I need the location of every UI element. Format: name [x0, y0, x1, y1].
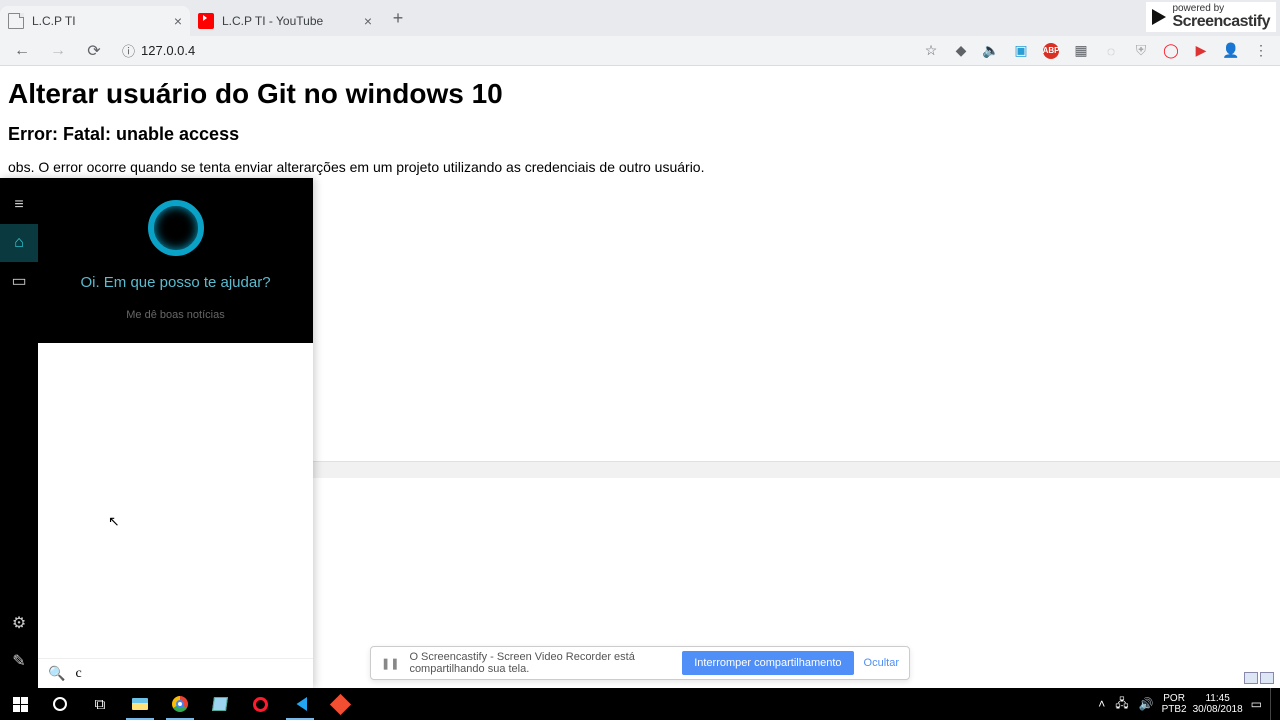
vscode-button[interactable]: [280, 688, 320, 720]
profile-icon[interactable]: 👤: [1220, 40, 1242, 62]
screenshare-infobar: ❚❚ O Screencastify - Screen Video Record…: [370, 646, 910, 680]
start-rail: ≡ ⌂ ▭ ⚙ ✎: [0, 178, 38, 688]
cortana-ring-icon: [148, 200, 204, 256]
tray-chevron-icon[interactable]: ˄: [1096, 697, 1107, 711]
tab-title: L.C.P TI: [32, 14, 166, 28]
screencastify-watermark: powered by Screencastify: [1146, 2, 1276, 32]
notepad-button[interactable]: [200, 688, 240, 720]
search-input[interactable]: [75, 666, 303, 682]
pause-icon[interactable]: ❚❚: [381, 657, 399, 670]
bookmark-star-icon[interactable]: ☆: [920, 40, 942, 62]
page-title: Alterar usuário do Git no windows 10: [8, 78, 1272, 110]
play-icon: [1152, 9, 1166, 25]
screencastify-ext-icon[interactable]: ▶: [1190, 40, 1212, 62]
stop-sharing-button[interactable]: Interromper compartilhamento: [682, 651, 853, 675]
opera-ext-icon[interactable]: ◯: [1160, 40, 1182, 62]
site-info-icon[interactable]: ⓘ: [122, 41, 135, 60]
browser-tab-strip: L.C.P TI × L.C.P TI - YouTube × +: [0, 0, 1280, 36]
adblock-icon[interactable]: ABP: [1040, 40, 1062, 62]
page-subheading: Error: Fatal: unable access: [8, 124, 1272, 145]
page-icon: [8, 13, 24, 29]
new-tab-button[interactable]: +: [384, 4, 412, 32]
brand-name: Screencastify: [1172, 14, 1270, 30]
task-view-button[interactable]: ⧉: [80, 688, 120, 720]
cortana-button[interactable]: [40, 688, 80, 720]
show-desktop-button[interactable]: [1270, 688, 1276, 720]
qr-icon[interactable]: ▦: [1070, 40, 1092, 62]
extension-icon[interactable]: ▣: [1010, 40, 1032, 62]
taskbar: ⧉ ˄ 🖧 🔊 POR PTB2 11:45 30/08/2018 ▭: [0, 688, 1280, 720]
search-results-area: ↖: [38, 343, 313, 688]
hamburger-icon[interactable]: ≡: [0, 186, 38, 224]
address-url: 127.0.0.4: [141, 43, 195, 58]
reload-button[interactable]: ⟳: [80, 37, 108, 65]
horizontal-scrollbar[interactable]: [313, 461, 1280, 478]
clock[interactable]: 11:45 30/08/2018: [1193, 693, 1243, 715]
forward-button[interactable]: →: [44, 37, 72, 65]
tab-title: L.C.P TI - YouTube: [222, 14, 356, 28]
system-tray: ˄ 🖧 🔊 POR PTB2 11:45 30/08/2018 ▭: [1096, 688, 1280, 720]
sourcetree-button[interactable]: [320, 688, 360, 720]
search-icon: 🔍: [48, 665, 65, 682]
address-bar[interactable]: ⓘ 127.0.0.4: [116, 41, 201, 60]
home-icon[interactable]: ⌂: [0, 224, 38, 262]
page-content: Alterar usuário do Git no windows 10 Err…: [0, 66, 1280, 187]
browser-toolbar: ← → ⟳ ⓘ 127.0.0.4 ☆ ◆ 🔈 ▣ ABP ▦ ◌ ⛨ ◯ ▶ …: [0, 36, 1280, 66]
cortana-suggestion[interactable]: Me dê boas notícias: [126, 309, 224, 321]
network-icon[interactable]: 🖧: [1113, 694, 1130, 715]
cortana-greeting: Oi. Em que posso te ajudar?: [80, 274, 270, 291]
view-mode-toggle[interactable]: [1244, 672, 1274, 684]
menu-icon[interactable]: ⋮: [1250, 40, 1272, 62]
page-paragraph: obs. O error ocorre quando se tenta envi…: [8, 159, 1272, 175]
extension-icon[interactable]: ◆: [950, 40, 972, 62]
youtube-icon: [198, 13, 214, 29]
back-button[interactable]: ←: [8, 37, 36, 65]
close-icon[interactable]: ×: [174, 13, 182, 29]
cursor-icon: ↖: [108, 513, 120, 530]
start-button[interactable]: [0, 688, 40, 720]
feedback-icon[interactable]: ✎: [0, 642, 38, 680]
opera-button[interactable]: [240, 688, 280, 720]
shield-icon[interactable]: ⛨: [1130, 40, 1152, 62]
mute-icon[interactable]: 🔈: [980, 40, 1002, 62]
extension-icon[interactable]: ◌: [1100, 40, 1122, 62]
browser-tab[interactable]: L.C.P TI - YouTube ×: [190, 6, 380, 36]
language-indicator[interactable]: POR PTB2: [1162, 693, 1187, 715]
volume-icon[interactable]: 🔊: [1137, 697, 1156, 711]
notifications-icon[interactable]: ▭: [1249, 697, 1264, 711]
file-explorer-button[interactable]: [120, 688, 160, 720]
gear-icon[interactable]: ⚙: [0, 604, 38, 642]
start-search-panel: ≡ ⌂ ▭ ⚙ ✎ Oi. Em que posso te ajudar? Me…: [0, 178, 313, 688]
chrome-button[interactable]: [160, 688, 200, 720]
close-icon[interactable]: ×: [364, 13, 372, 29]
browser-tab-active[interactable]: L.C.P TI ×: [0, 6, 190, 36]
hide-button[interactable]: Ocultar: [864, 657, 899, 669]
cortana-header: Oi. Em que posso te ajudar? Me dê boas n…: [38, 178, 313, 343]
notebook-icon[interactable]: ▭: [0, 262, 38, 300]
screenshare-message: O Screencastify - Screen Video Recorder …: [409, 651, 672, 675]
start-search-bar[interactable]: 🔍: [38, 658, 313, 688]
